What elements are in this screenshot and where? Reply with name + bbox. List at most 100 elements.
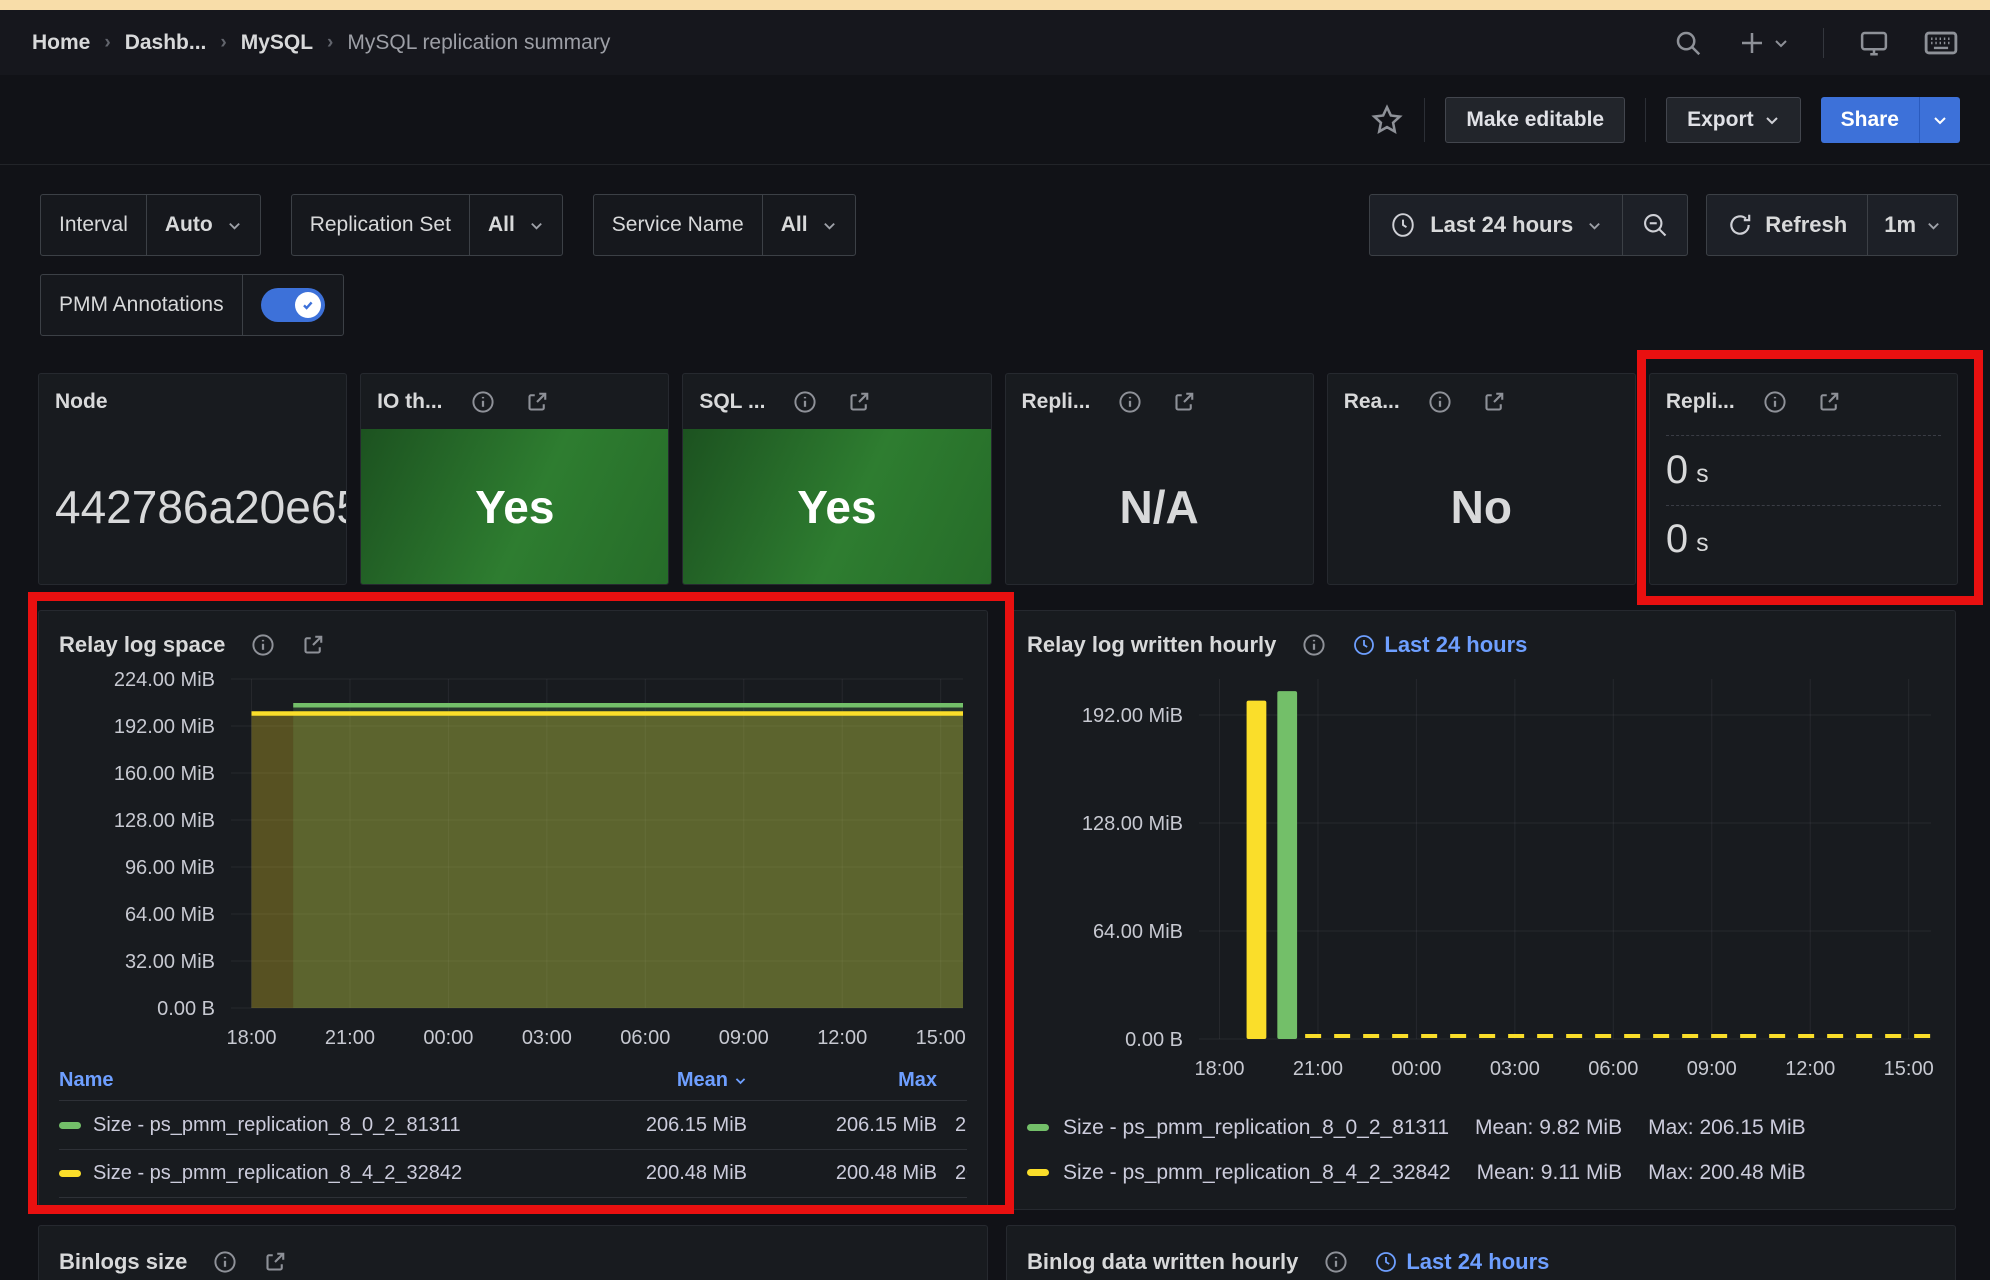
external-link-icon[interactable] — [263, 1250, 287, 1274]
svg-text:03:00: 03:00 — [522, 1027, 572, 1049]
series-name[interactable]: Size - ps_pmm_replication_8_0_2_81311 — [1063, 1116, 1449, 1140]
stat-panel-sql-thread: SQL ... Yes — [682, 373, 991, 585]
legend-row: Size - ps_pmm_replication_8_4_2_32842 Me… — [1027, 1150, 1935, 1195]
clock-icon — [1374, 1250, 1398, 1274]
legend-row: Size - ps_pmm_replication_8_0_2_81311 20… — [59, 1100, 967, 1149]
add-panel-button[interactable] — [1737, 28, 1789, 58]
refresh-icon — [1727, 212, 1753, 238]
legend-col-mean[interactable]: Mean — [567, 1069, 747, 1092]
external-link-icon[interactable] — [525, 390, 549, 414]
sql-thread-value: Yes — [683, 429, 990, 584]
series-mean: Mean: 9.82 MiB — [1475, 1116, 1622, 1140]
series-clipped-value: 2 — [937, 1114, 967, 1137]
series-name[interactable]: Size - ps_pmm_replication_8_4_2_32842 — [93, 1162, 462, 1185]
svg-text:00:00: 00:00 — [1391, 1058, 1441, 1080]
info-icon[interactable] — [213, 1250, 237, 1274]
clock-icon — [1352, 633, 1376, 657]
info-icon[interactable] — [1118, 390, 1142, 414]
external-link-icon[interactable] — [1817, 390, 1841, 414]
breadcrumb-dashboards[interactable]: Dashb... — [125, 31, 207, 55]
svg-text:96.00 MiB: 96.00 MiB — [125, 857, 215, 879]
svg-text:0.00 B: 0.00 B — [157, 998, 215, 1020]
chevron-down-icon — [529, 218, 544, 233]
export-button[interactable]: Export — [1666, 97, 1801, 143]
panel-title: IO th... — [377, 390, 442, 414]
svg-text:21:00: 21:00 — [1293, 1058, 1343, 1080]
external-link-icon[interactable] — [301, 633, 325, 657]
legend-col-name[interactable]: Name — [59, 1069, 567, 1092]
series-swatch — [1027, 1169, 1049, 1176]
svg-text:64.00 MiB: 64.00 MiB — [1093, 921, 1183, 943]
svg-text:160.00 MiB: 160.00 MiB — [114, 763, 215, 785]
external-link-icon[interactable] — [847, 390, 871, 414]
grafana-dashboard: Home › Dashb... › MySQL › MySQL replicat… — [0, 0, 1990, 1280]
toolbar-divider — [1645, 98, 1646, 142]
toggle-check-icon — [295, 292, 321, 318]
relay-log-written-hourly-panel: Relay log written hourly Last 24 hours 1… — [1006, 610, 1956, 1210]
dashboard-toolbar: Make editable Export Share — [0, 75, 1990, 165]
series-swatch — [1027, 1124, 1049, 1131]
share-menu-chevron[interactable] — [1919, 97, 1960, 143]
legend-header: Name Mean Max — [59, 1060, 967, 1100]
svg-text:192.00 MiB: 192.00 MiB — [1082, 705, 1183, 727]
svg-text:12:00: 12:00 — [817, 1027, 867, 1049]
node-value: 442786a20e65 — [39, 429, 346, 584]
read-only-value: No — [1328, 429, 1635, 584]
relay-log-written-legend: Size - ps_pmm_replication_8_0_2_81311 Me… — [1027, 1095, 1935, 1195]
info-icon[interactable] — [471, 390, 495, 414]
external-link-icon[interactable] — [1172, 390, 1196, 414]
chevron-down-icon — [1773, 35, 1789, 51]
svg-text:15:00: 15:00 — [1884, 1058, 1934, 1080]
relay-log-space-chart[interactable]: 224.00 MiB192.00 MiB160.00 MiB128.00 MiB… — [59, 665, 969, 1060]
binlog-data-written-hourly-panel: Binlog data written hourly Last 24 hours — [1006, 1225, 1956, 1280]
replication-set-select[interactable]: All — [470, 195, 562, 255]
panel-time-range-link[interactable]: Last 24 hours — [1352, 632, 1527, 658]
info-icon[interactable] — [793, 390, 817, 414]
time-range-button[interactable]: Last 24 hours — [1370, 195, 1622, 255]
series-max: Max: 200.48 MiB — [1648, 1161, 1806, 1185]
pmm-annotations-toggle[interactable] — [261, 288, 325, 322]
svg-text:18:00: 18:00 — [226, 1027, 276, 1049]
svg-text:128.00 MiB: 128.00 MiB — [1082, 813, 1183, 835]
panel-title: SQL ... — [699, 390, 765, 414]
refresh-button[interactable]: Refresh — [1707, 195, 1867, 255]
svg-text:32.00 MiB: 32.00 MiB — [125, 951, 215, 973]
info-icon[interactable] — [1763, 390, 1787, 414]
panel-title: Binlog data written hourly — [1027, 1249, 1298, 1275]
relay-log-written-hourly-chart[interactable]: 192.00 MiB128.00 MiB64.00 MiB0.00 B18:00… — [1027, 665, 1937, 1095]
interval-select[interactable]: Auto — [147, 195, 260, 255]
series-mean: Mean: 9.11 MiB — [1477, 1161, 1623, 1185]
panel-title: Repli... — [1022, 390, 1091, 414]
info-icon[interactable] — [1324, 1250, 1348, 1274]
replication-set-filter: Replication Set All — [291, 194, 563, 256]
breadcrumb-mysql[interactable]: MySQL — [241, 31, 313, 55]
search-icon[interactable] — [1673, 28, 1703, 58]
zoom-out-time-button[interactable] — [1622, 195, 1687, 255]
info-icon[interactable] — [1302, 633, 1326, 657]
series-name[interactable]: Size - ps_pmm_replication_8_4_2_32842 — [1063, 1161, 1451, 1185]
monitor-icon[interactable] — [1858, 28, 1890, 58]
panel-time-range-link[interactable]: Last 24 hours — [1374, 1249, 1549, 1275]
service-name-select[interactable]: All — [763, 195, 855, 255]
star-icon[interactable] — [1370, 103, 1404, 137]
panel-title: Repli... — [1666, 390, 1735, 414]
breadcrumb-home[interactable]: Home — [32, 31, 90, 55]
make-editable-button[interactable]: Make editable — [1445, 97, 1625, 143]
legend-col-max[interactable]: Max — [747, 1069, 937, 1092]
info-icon[interactable] — [251, 633, 275, 657]
chevron-down-icon — [1926, 218, 1941, 233]
series-name[interactable]: Size - ps_pmm_replication_8_0_2_81311 — [93, 1114, 461, 1137]
breadcrumb-current-page: MySQL replication summary — [347, 31, 610, 55]
external-link-icon[interactable] — [1482, 390, 1506, 414]
info-icon[interactable] — [1428, 390, 1452, 414]
legend-row: Size - ps_pmm_replication_8_4_2_32842 20… — [59, 1149, 967, 1198]
svg-text:09:00: 09:00 — [719, 1027, 769, 1049]
refresh-interval-select[interactable]: 1m — [1867, 195, 1957, 255]
keyboard-icon[interactable] — [1924, 28, 1958, 58]
relay-log-space-legend: Name Mean Max Size - ps_pmm_replication_… — [59, 1060, 967, 1198]
share-button[interactable]: Share — [1821, 97, 1960, 143]
service-name-filter: Service Name All — [593, 194, 856, 256]
svg-text:00:00: 00:00 — [423, 1027, 473, 1049]
interval-label: Interval — [41, 195, 147, 255]
browser-accent-strip — [0, 0, 1990, 10]
